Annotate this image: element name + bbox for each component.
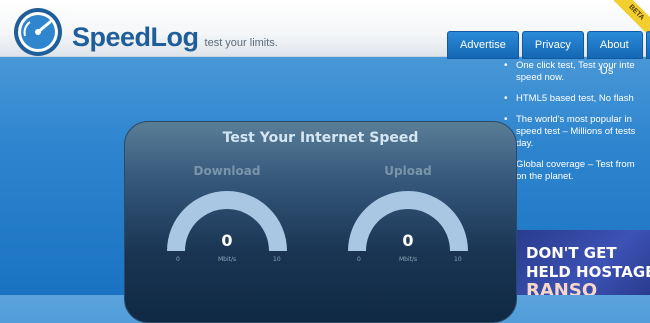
main-nav: Advertise Privacy About Us	[447, 31, 650, 77]
feature-item: Global coverage – Test from on the plane…	[504, 159, 650, 183]
feature-item: The world's most popular in speed test –…	[504, 114, 650, 150]
speed-test-panel: Test Your Internet Speed Download 0 0 Mb…	[124, 121, 517, 323]
feature-line: day.	[516, 138, 534, 149]
upload-unit: Mbit/s	[399, 256, 418, 263]
download-min: 0	[176, 256, 180, 263]
feature-item: HTML5 based test, No flash	[504, 93, 650, 105]
feature-line: on the planet.	[516, 171, 574, 182]
feature-item: One click test, Test your inte speed now…	[504, 60, 650, 84]
nav-tab-privacy[interactable]: Privacy	[521, 31, 584, 59]
brand-name: SpeedLog	[72, 22, 199, 52]
feature-line: The world's most popular in	[516, 114, 632, 125]
ad-headline-3: RANSO	[526, 280, 598, 295]
feature-line: One click test, Test your inte	[516, 60, 635, 71]
logo[interactable]: SpeedLog test your limits.	[12, 6, 278, 58]
ad-banner[interactable]: DON'T GET HELD HOSTAGE RANSO	[516, 230, 650, 295]
nav-tab-advertise[interactable]: Advertise	[447, 31, 519, 59]
tagline: test your limits.	[204, 37, 278, 49]
speedometer-logo-icon	[14, 8, 62, 56]
feature-line: Global coverage – Test from	[516, 159, 635, 170]
nav-tab-about-us[interactable]: About Us	[586, 31, 644, 77]
download-value: 0	[221, 231, 233, 250]
upload-min: 0	[357, 256, 361, 263]
ad-headline-2: HELD HOSTAGE	[526, 263, 650, 281]
download-max: 10	[273, 256, 281, 263]
feature-line: speed test – Millions of tests	[516, 126, 636, 137]
download-label: Download	[193, 164, 261, 178]
download-unit: Mbit/s	[218, 256, 237, 263]
feature-line: HTML5 based test, No flash	[516, 93, 634, 104]
upload-max: 10	[454, 256, 462, 263]
upload-label: Upload	[384, 164, 432, 178]
nav-tab-overflow[interactable]	[646, 31, 650, 59]
feature-list: One click test, Test your inte speed now…	[504, 60, 650, 192]
ad-headline-1: DON'T GET	[526, 244, 617, 262]
upload-value: 0	[402, 231, 414, 250]
panel-title: Test Your Internet Speed	[222, 130, 419, 146]
feature-line: speed now.	[516, 72, 565, 83]
